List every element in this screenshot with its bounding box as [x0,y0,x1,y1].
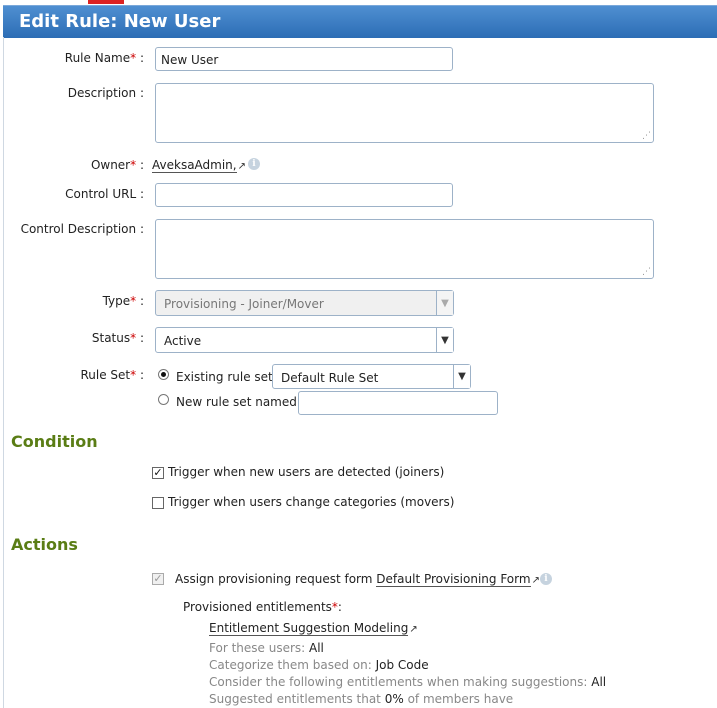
edit-rule-panel: Rule Name* : New User Description : ⋰ Ow… [3,37,717,708]
chevron-down-icon: ▼ [436,291,453,315]
external-link-icon: ↗ [409,624,418,635]
control-url-label: Control URL : [65,187,144,201]
external-link-icon: ↗ [237,161,246,172]
rule-name-label: Rule Name* : [64,51,144,65]
status-label: Status* : [91,331,144,345]
type-label: Type* : [102,294,144,308]
detail-for-users: For these users: All [209,641,324,655]
description-textarea[interactable]: ⋰ [155,83,654,143]
new-rule-set-label: New rule set named [176,395,297,409]
detail-consider: Consider the following entitlements when… [209,675,607,689]
owner-info-icon[interactable]: i [248,158,260,170]
actions-heading: Actions [11,535,78,554]
owner-link[interactable]: AveksaAdmin,↗ [152,158,246,173]
control-url-input[interactable] [155,183,453,207]
chevron-down-icon[interactable]: ▼ [436,328,453,352]
joiners-checkbox[interactable]: ✓ [152,467,164,479]
default-provisioning-form-link[interactable]: Default Provisioning Form [376,572,531,587]
assign-form-row: Assign provisioning request form Default… [175,572,540,587]
condition-heading: Condition [11,432,98,451]
existing-rule-set-select[interactable]: Default Rule Set ▼ [272,364,471,389]
assign-form-checkbox: ✓ [152,572,164,585]
page-title: Edit Rule: New User [19,11,221,32]
control-description-textarea[interactable]: ⋰ [155,219,654,279]
detail-categorize: Categorize them based on: Job Code [209,658,429,672]
control-description-label: Control Description : [20,222,144,236]
rule-set-label: Rule Set* : [80,368,144,382]
resize-grip-icon[interactable]: ⋰ [642,267,651,277]
type-select: Provisioning - Joiner/Mover ▼ [155,290,454,316]
provisioned-entitlements-label: Provisioned entitlements*: [183,600,342,614]
new-rule-set-radio[interactable] [158,394,169,405]
brand-logo-fragment [88,0,124,4]
external-link-icon: ↗ [531,575,540,586]
entitlement-suggestion-modeling-link[interactable]: Entitlement Suggestion Modeling [209,621,409,636]
new-rule-set-input[interactable] [298,391,498,415]
detail-suggested: Suggested entitlements that 0% of member… [209,692,514,706]
movers-label: Trigger when users change categories (mo… [168,495,455,509]
top-strip [0,0,717,4]
assign-form-info-icon[interactable]: i [540,573,552,585]
rule-name-input[interactable]: New User [155,47,453,71]
entitlement-suggestion-link-row: Entitlement Suggestion Modeling↗ [209,621,418,636]
title-bar: Edit Rule: New User [3,5,717,38]
owner-label: Owner* : [90,158,144,172]
description-label: Description : [67,86,144,100]
joiners-label: Trigger when new users are detected (joi… [168,465,445,479]
status-select[interactable]: Active ▼ [155,327,454,353]
existing-rule-set-label: Existing rule set [176,370,273,384]
resize-grip-icon[interactable]: ⋰ [642,131,651,141]
movers-checkbox[interactable] [152,497,164,509]
chevron-down-icon[interactable]: ▼ [453,365,470,388]
existing-rule-set-radio[interactable] [158,369,169,380]
